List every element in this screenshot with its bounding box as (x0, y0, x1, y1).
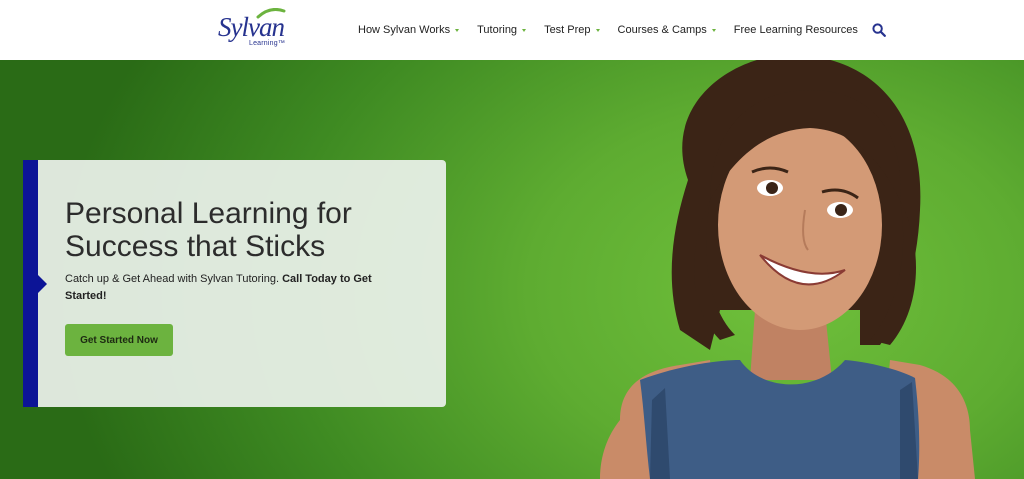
sylvan-logo[interactable]: Sylvan Learning™ (218, 8, 290, 52)
logo-wordmark: Sylvan (218, 12, 285, 42)
chevron-down-icon (711, 29, 716, 32)
get-started-button[interactable]: Get Started Now (65, 324, 173, 356)
hero-subtext: Catch up & Get Ahead with Sylvan Tutorin… (65, 271, 405, 305)
nav-item-label: How Sylvan Works (358, 24, 451, 36)
nav-item-label: Tutoring (477, 24, 518, 36)
main-nav: How Sylvan Works Tutoring Test Prep Cour… (358, 0, 872, 60)
hero-photo-girl (600, 60, 975, 479)
hero-card: Personal Learning for Success that Stick… (23, 160, 446, 407)
nav-item-tutoring[interactable]: Tutoring (477, 24, 527, 36)
nav-item-label: Courses & Camps (617, 24, 707, 36)
nav-item-free-learning-resources[interactable]: Free Learning Resources (734, 24, 858, 36)
search-icon[interactable] (872, 23, 886, 37)
nav-item-how-sylvan-works[interactable]: How Sylvan Works (358, 24, 460, 36)
logo-tagline: Learning™ (249, 40, 286, 47)
card-accent-bar (23, 160, 38, 407)
site-header: Sylvan Learning™ How Sylvan Works Tutori… (0, 0, 1024, 60)
hero-headline: Personal Learning for Success that Stick… (65, 197, 352, 263)
chevron-down-icon (455, 29, 460, 32)
card-accent-notch (38, 275, 47, 293)
chevron-down-icon (522, 29, 527, 32)
nav-item-label: Free Learning Resources (733, 24, 858, 36)
nav-item-label: Test Prep (544, 24, 591, 36)
hero-section: Personal Learning for Success that Stick… (0, 60, 1024, 479)
chevron-down-icon (595, 29, 600, 32)
nav-item-test-prep[interactable]: Test Prep (544, 24, 600, 36)
hero-subtext-regular: Catch up & Get Ahead with Sylvan Tutorin… (65, 273, 283, 285)
nav-item-courses-camps[interactable]: Courses & Camps (618, 24, 716, 36)
